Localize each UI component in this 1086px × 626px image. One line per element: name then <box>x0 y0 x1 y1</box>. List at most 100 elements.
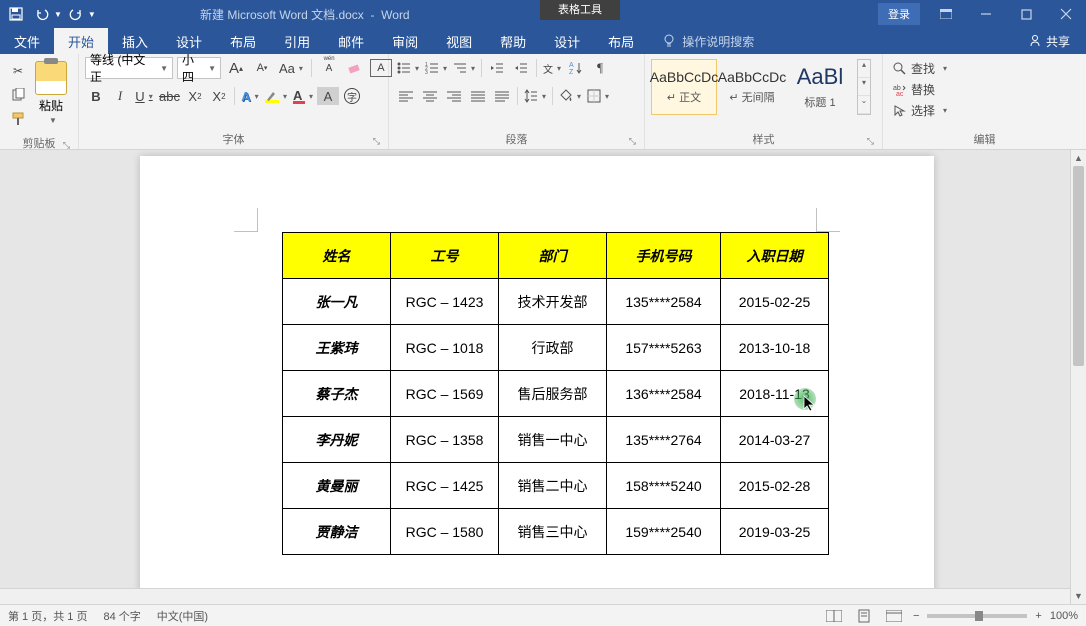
word-count[interactable]: 84 个字 <box>103 608 140 624</box>
zoom-level[interactable]: 100% <box>1050 610 1078 622</box>
table-row[interactable]: 李丹妮RGC – 1358销售一中心135****27642014-03-27 <box>283 417 829 463</box>
superscript-button[interactable]: X2 <box>208 85 230 107</box>
page-indicator[interactable]: 第 1 页，共 1 页 <box>8 608 87 624</box>
table-cell[interactable]: 2019-03-25 <box>721 509 829 555</box>
tab-review[interactable]: 审阅 <box>378 28 432 54</box>
share-button[interactable]: 共享 <box>1012 28 1086 54</box>
table-row[interactable]: 王紫玮RGC – 1018行政部157****52632013-10-18 <box>283 325 829 371</box>
document-area[interactable]: 姓名 工号 部门 手机号码 入职日期 张一凡RGC – 1423技术开发部135… <box>0 150 1086 604</box>
change-case-button[interactable]: Aa▾ <box>277 57 305 79</box>
table-cell[interactable]: 张一凡 <box>283 279 391 325</box>
zoom-in-button[interactable]: + <box>1035 610 1041 622</box>
language-indicator[interactable]: 中文(中国) <box>157 608 208 624</box>
replace-button[interactable]: abac替换 <box>889 80 951 99</box>
sort-button[interactable]: AZ <box>565 57 587 79</box>
tell-me-search[interactable]: 操作说明搜索 <box>648 28 754 54</box>
table-cell[interactable]: 136****2584 <box>607 371 721 417</box>
ribbon-display-icon[interactable] <box>926 0 966 28</box>
table-row[interactable]: 张一凡RGC – 1423技术开发部135****25842015-02-25 <box>283 279 829 325</box>
font-color-button[interactable]: A▾ <box>291 85 315 107</box>
close-button[interactable] <box>1046 0 1086 28</box>
table-cell[interactable]: 159****2540 <box>607 509 721 555</box>
multilevel-list-button[interactable]: ▾ <box>451 57 477 79</box>
table-header[interactable]: 工号 <box>391 233 499 279</box>
redo-button[interactable] <box>64 2 88 26</box>
horizontal-scrollbar[interactable] <box>0 588 1070 604</box>
justify-button[interactable] <box>467 85 489 107</box>
table-row[interactable]: 贾静洁RGC – 1580销售三中心159****25402019-03-25 <box>283 509 829 555</box>
paste-button[interactable]: 粘贴 ▼ <box>30 57 72 125</box>
table-header[interactable]: 部门 <box>499 233 607 279</box>
dialog-launcher-icon[interactable]: ⤡ <box>373 136 380 147</box>
style-no-spacing[interactable]: AaBbCcDc↵ 无间隔 <box>719 59 785 115</box>
table-cell[interactable]: RGC – 1423 <box>391 279 499 325</box>
scroll-down-icon[interactable]: ▼ <box>1071 588 1086 604</box>
copy-button[interactable] <box>8 85 28 105</box>
align-left-button[interactable] <box>395 85 417 107</box>
tab-table-layout[interactable]: 布局 <box>594 28 648 54</box>
highlight-button[interactable]: ▾ <box>263 85 289 107</box>
numbering-button[interactable]: 123▾ <box>423 57 449 79</box>
distribute-button[interactable] <box>491 85 513 107</box>
table-cell[interactable]: 2015-02-28 <box>721 463 829 509</box>
table-cell[interactable]: 行政部 <box>499 325 607 371</box>
table-cell[interactable]: 销售二中心 <box>499 463 607 509</box>
italic-button[interactable]: I <box>109 85 131 107</box>
tab-file[interactable]: 文件 <box>0 28 54 54</box>
table-cell[interactable]: 销售一中心 <box>499 417 607 463</box>
table-row[interactable]: 黄曼丽RGC – 1425销售二中心158****52402015-02-28 <box>283 463 829 509</box>
table-cell[interactable]: 销售三中心 <box>499 509 607 555</box>
bold-button[interactable]: B <box>85 85 107 107</box>
table-header[interactable]: 手机号码 <box>607 233 721 279</box>
increase-indent-button[interactable] <box>510 57 532 79</box>
table-cell[interactable]: 蔡子杰 <box>283 371 391 417</box>
strikethrough-button[interactable]: abc <box>157 85 182 107</box>
phonetic-guide-button[interactable]: Awén <box>318 57 340 79</box>
format-painter-button[interactable] <box>8 109 28 129</box>
save-button[interactable] <box>4 2 28 26</box>
table-cell[interactable]: 158****5240 <box>607 463 721 509</box>
table-cell[interactable]: 王紫玮 <box>283 325 391 371</box>
table-row[interactable]: 蔡子杰RGC – 1569售后服务部136****25842018-11-13 <box>283 371 829 417</box>
table-cell[interactable]: RGC – 1018 <box>391 325 499 371</box>
table-cell[interactable]: 2018-11-13 <box>721 371 829 417</box>
table-cell[interactable]: RGC – 1580 <box>391 509 499 555</box>
table-header[interactable]: 姓名 <box>283 233 391 279</box>
select-button[interactable]: 选择▾ <box>889 101 951 120</box>
tab-layout[interactable]: 布局 <box>216 28 270 54</box>
minimize-button[interactable] <box>966 0 1006 28</box>
font-size-combo[interactable]: 小四▼ <box>177 57 221 79</box>
scroll-up-icon[interactable]: ▲ <box>1071 150 1086 166</box>
page[interactable]: 姓名 工号 部门 手机号码 入职日期 张一凡RGC – 1423技术开发部135… <box>140 156 934 604</box>
table-cell[interactable]: 售后服务部 <box>499 371 607 417</box>
style-normal[interactable]: AaBbCcDc↵ 正文 <box>651 59 717 115</box>
shrink-font-button[interactable]: A▾ <box>251 57 273 79</box>
table-cell[interactable]: RGC – 1569 <box>391 371 499 417</box>
tab-view[interactable]: 视图 <box>432 28 486 54</box>
zoom-out-button[interactable]: − <box>913 610 919 622</box>
table-cell[interactable]: 李丹妮 <box>283 417 391 463</box>
font-name-combo[interactable]: 等线 (中文正▼ <box>85 57 173 79</box>
table-cell[interactable]: 2013-10-18 <box>721 325 829 371</box>
align-center-button[interactable] <box>419 85 441 107</box>
table-cell[interactable]: 135****2764 <box>607 417 721 463</box>
line-spacing-button[interactable]: ▾ <box>522 85 548 107</box>
tab-table-design[interactable]: 设计 <box>540 28 594 54</box>
table-cell[interactable]: RGC – 1358 <box>391 417 499 463</box>
show-marks-button[interactable]: ¶ <box>589 57 611 79</box>
table-cell[interactable]: 技术开发部 <box>499 279 607 325</box>
undo-dropdown-icon[interactable]: ▼ <box>54 10 62 19</box>
find-button[interactable]: 查找▾ <box>889 59 951 78</box>
vertical-scrollbar[interactable]: ▲ ▼ <box>1070 150 1086 604</box>
login-button[interactable]: 登录 <box>878 3 920 25</box>
table-cell[interactable]: 黄曼丽 <box>283 463 391 509</box>
grow-font-button[interactable]: A▴ <box>225 57 247 79</box>
dialog-launcher-icon[interactable]: ⤡ <box>629 136 636 147</box>
undo-button[interactable] <box>30 2 54 26</box>
table-cell[interactable]: 贾静洁 <box>283 509 391 555</box>
style-gallery-spinner[interactable]: ▴▾⌄ <box>857 59 871 115</box>
table-cell[interactable]: 157****5263 <box>607 325 721 371</box>
style-gallery[interactable]: AaBbCcDc↵ 正文 AaBbCcDc↵ 无间隔 AaBl标题 1 ▴▾⌄ <box>651 57 871 115</box>
scrollbar-thumb[interactable] <box>1073 166 1084 366</box>
tab-help[interactable]: 帮助 <box>486 28 540 54</box>
